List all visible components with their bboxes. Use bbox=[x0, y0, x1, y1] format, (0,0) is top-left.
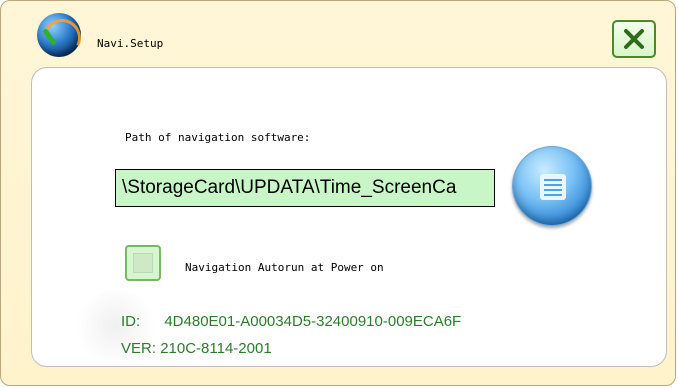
globe-icon bbox=[37, 13, 81, 57]
close-button[interactable] bbox=[612, 20, 656, 58]
setup-window: Navi.Setup Path of navigation software: … bbox=[0, 0, 676, 386]
window-title: Navi.Setup bbox=[97, 37, 164, 50]
version-line: VER: 210C-8114-2001 bbox=[121, 340, 272, 357]
id-label: ID: bbox=[121, 313, 141, 330]
path-label: Path of navigation software: bbox=[125, 131, 311, 144]
version-value: 210C-8114-2001 bbox=[160, 340, 272, 357]
id-line: ID: 4D480E01-A00034D5-32400910-009ECA6F bbox=[121, 313, 461, 330]
title-bar: Navi.Setup bbox=[1, 1, 677, 65]
id-value: 4D480E01-A00034D5-32400910-009ECA6F bbox=[164, 313, 462, 330]
browse-button[interactable] bbox=[512, 146, 592, 226]
version-label: VER: bbox=[121, 340, 157, 357]
close-icon bbox=[624, 29, 644, 49]
autorun-checkbox[interactable] bbox=[125, 245, 161, 281]
list-icon bbox=[540, 174, 566, 200]
autorun-label: Navigation Autorun at Power on bbox=[185, 261, 384, 274]
path-input[interactable]: \StorageCard\UPDATA\Time_ScreenCa bbox=[115, 169, 495, 207]
